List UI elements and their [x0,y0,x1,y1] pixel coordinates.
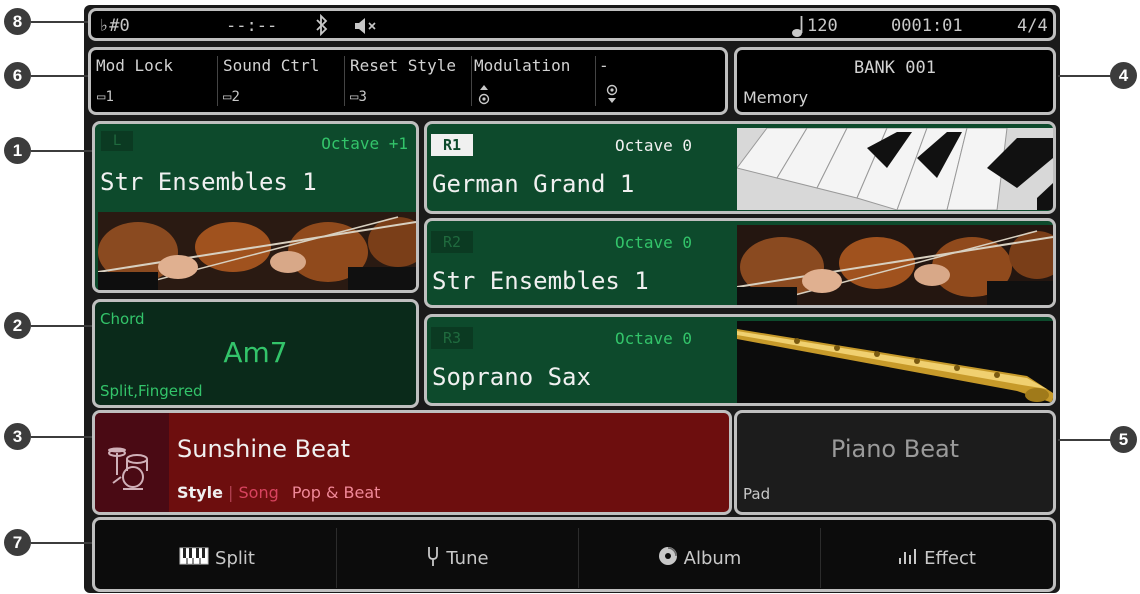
left-octave: Octave +1 [321,134,408,153]
callout-8: 8 [4,8,31,35]
keyboard-icon [179,546,209,571]
voice-left-panel[interactable]: L Octave +1 Str Ensembles 1 [92,121,419,293]
tuning-fork-icon [426,545,440,572]
r2-octave: Octave 0 [615,233,693,252]
memory-bank-panel[interactable]: BANK 001 Memory [734,47,1056,115]
style-panel[interactable]: Sunshine Beat Style | Song Pop & Beat [92,410,732,515]
r2-voice-name: Str Ensembles 1 [432,267,649,295]
status-bar: ♭#0 --:-- 120 0001:01 4/4 [88,8,1056,41]
callout-3: 3 [4,423,31,450]
memory-label: Memory [743,88,809,107]
callout-5: 5 [1110,426,1137,453]
strings-image [737,225,1053,305]
separator [344,56,345,106]
voice-r2-panel[interactable]: R2 Octave 0 Str Ensembles 1 [424,218,1056,308]
tempo-value: 120 [807,16,838,36]
tune-button[interactable]: Tune [336,528,578,588]
callout-7: 7 [4,529,31,556]
strings-image [98,212,416,290]
callout-4: 4 [1110,62,1137,89]
style-name: Sunshine Beat [177,435,350,463]
album-button[interactable]: Album [578,528,820,588]
separator [595,56,596,106]
mod-lock-label[interactable]: Mod Lock [96,56,173,75]
album-label: Album [683,547,742,569]
equalizer-icon [898,546,918,571]
callout-1: 1 [4,137,31,164]
knob-down-icon [605,84,619,110]
pad-panel[interactable]: Piano Beat Pad [734,410,1056,515]
manual-figure: 8 6 4 1 2 3 5 7 ♭#0 --:-- 120 0001:01 4/… [0,0,1140,594]
callout-line [31,325,93,327]
separator [217,56,218,106]
split-button[interactable]: Split [99,528,335,588]
split-label: Split [215,547,255,569]
sound-ctrl-sub: ▭2 [223,89,240,105]
voice-tag-r2: R2 [431,231,474,253]
song-time: --:-- [226,16,278,36]
reset-style-label[interactable]: Reset Style [350,56,456,75]
tab-style[interactable]: Style [177,483,223,502]
measure-value: 0001:01 [891,16,963,36]
bank-title: BANK 001 [854,58,936,78]
chord-name: Am7 [223,336,288,369]
speaker-mute-icon [353,16,379,38]
piano-image [737,128,1053,210]
style-tabs: Style | Song Pop & Beat [177,483,380,502]
voice-tag-r3: R3 [431,327,474,349]
callout-line [31,75,89,77]
chord-mode: Split,Fingered [100,382,203,400]
voice-tag-l: L [101,131,133,151]
transpose-value: ♭#0 [99,16,130,36]
effect-label: Effect [924,547,976,569]
voice-r3-panel[interactable]: R3 Octave 0 Soprano Sax [424,314,1056,406]
mod-lock-sub: ▭1 [97,89,114,105]
r3-voice-name: Soprano Sax [432,363,591,391]
callout-line [31,150,93,152]
tab-separator: | [228,483,234,502]
pad-name: Piano Beat [830,435,960,463]
left-voice-name: Str Ensembles 1 [100,168,317,196]
voice-tag-r1: R1 [431,134,474,156]
saxophone-image [737,321,1053,403]
tab-song[interactable]: Song [239,483,279,502]
disc-icon [658,546,678,571]
panel-button-strip: Mod Lock ▭1 Sound Ctrl ▭2 Reset Style ▭3… [88,47,728,115]
separator [471,56,472,106]
callout-6: 6 [4,62,31,89]
bluetooth-icon [315,13,329,38]
r3-octave: Octave 0 [615,329,693,348]
callout-line [31,542,93,544]
callout-2: 2 [4,312,31,339]
r1-voice-name: German Grand 1 [432,170,635,198]
chord-label: Chord [100,310,145,328]
callout-line [31,436,93,438]
empty-slot-label[interactable]: - [599,56,609,75]
tune-label: Tune [446,547,489,569]
chord-panel[interactable]: Chord Am7 Split,Fingered [92,299,419,408]
callout-line [1058,75,1112,77]
modulation-label[interactable]: Modulation [474,56,570,75]
sound-ctrl-label[interactable]: Sound Ctrl [223,56,319,75]
time-signature: 4/4 [1017,16,1048,36]
r1-octave: Octave 0 [615,136,693,155]
style-category: Pop & Beat [291,483,381,502]
note-icon [791,14,807,38]
bottom-button-bar: Split Tune Album Effect [92,517,1056,592]
reset-style-sub: ▭3 [350,89,367,105]
effect-button[interactable]: Effect [820,528,1053,588]
knob-updown-icon [477,84,491,110]
drumkit-icon [95,413,169,512]
voice-r1-panel[interactable]: R1 Octave 0 German Grand 1 [424,121,1056,214]
callout-line [31,21,89,23]
callout-line [1058,439,1112,441]
pad-label: Pad [743,485,771,503]
